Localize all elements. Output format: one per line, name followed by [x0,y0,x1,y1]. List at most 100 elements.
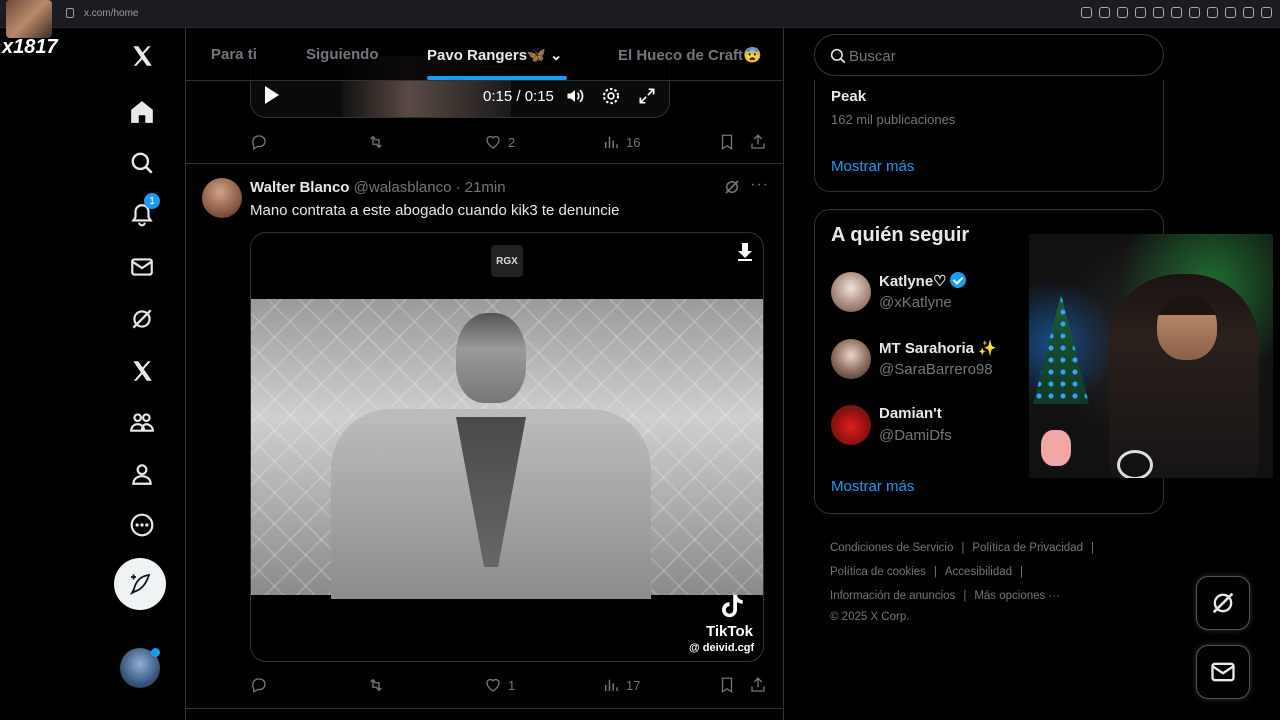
more-icon[interactable] [128,511,156,539]
repost-icon [370,678,382,692]
messages-floating-button[interactable] [1196,645,1250,699]
share-button[interactable] [749,676,767,694]
post-divider [186,163,783,164]
grok-icon[interactable] [723,178,741,196]
follow-user-name[interactable]: MT Sarahoria ✨ [879,339,997,357]
bookmark-button[interactable] [718,676,736,694]
bookmark-icon[interactable] [1117,7,1128,18]
x-logo-icon[interactable] [128,42,156,70]
repost-button[interactable] [367,133,385,151]
bookmark-icon [721,134,733,151]
trend-post-count: 162 mil publicaciones [831,112,956,127]
view-count: 16 [626,134,641,150]
account-avatar[interactable] [120,648,160,688]
repost-button[interactable] [367,676,385,694]
footer-more-options[interactable]: Más opciones ··· [974,590,1060,602]
tab-el-hueco-de-craft[interactable]: El Hueco de Craft😨 [618,46,762,64]
notifications-icon[interactable]: 1 [128,193,160,229]
footer-link[interactable]: Política de Privacidad [972,542,1083,554]
follow-user-name[interactable]: Damian't [879,405,942,422]
tweet-video[interactable]: RGX TikTok @ deivid.cgf [250,232,764,662]
shield-icon[interactable] [1135,7,1146,18]
search-icon[interactable] [128,149,156,177]
copyright: © 2025 X Corp. [830,611,910,623]
views-button[interactable]: 17 [602,676,640,694]
tiktok-username: @ deivid.cgf [689,642,755,654]
like-button[interactable]: 1 [484,676,515,694]
tweet-author-name[interactable]: Walter Blanco [250,179,349,196]
menu-icon[interactable] [1261,7,1272,18]
heart-icon[interactable] [1189,7,1200,18]
avatar[interactable] [831,272,871,312]
follow-user-name[interactable]: Katlyne♡ [879,272,966,290]
reply-icon [252,135,266,150]
search-box[interactable]: Buscar [814,34,1164,76]
like-count: 1 [508,677,516,693]
grok-floating-button[interactable] [1196,576,1250,630]
heart-icon [486,135,500,149]
block-icon[interactable] [1153,7,1164,18]
overlay-face-image [6,0,52,38]
tab-para-ti[interactable]: Para ti [211,46,257,63]
footer-link[interactable]: Accesibilidad [945,566,1012,578]
tweet-header: Walter Blanco @walasblanco · 21min [250,179,506,196]
webcam-overlay [1029,234,1273,478]
download-icon[interactable] [1243,7,1254,18]
play-icon[interactable] [1171,7,1182,18]
video-frame [251,299,763,599]
communities-icon[interactable] [128,408,156,436]
grok-icon [1212,592,1234,614]
reply-button[interactable] [250,676,268,694]
views-button[interactable]: 16 [602,133,640,151]
trends-show-more-link[interactable]: Mostrar más [831,158,914,175]
play-icon[interactable] [265,86,279,104]
pin-icon[interactable] [1099,7,1110,18]
feather-plus-icon [129,573,151,596]
avatar[interactable] [831,405,871,445]
footer-link[interactable]: Condiciones de Servicio [830,542,953,554]
bookmark-icon [721,677,733,694]
compose-post-button[interactable] [114,558,166,610]
media-badge: RGX [491,245,523,277]
address-bar[interactable]: x.com/home [84,8,138,19]
tiktok-logo-icon [722,594,743,618]
video-time: 0:15 / 0:15 [483,88,554,105]
volume-icon[interactable] [565,86,585,106]
search-input[interactable]: Buscar [849,48,896,65]
share-icon [751,134,765,149]
tweet-author-handle[interactable]: @walasblanco · 21min [354,179,506,196]
sync-icon[interactable] [1225,7,1236,18]
settings-icon[interactable] [601,86,621,106]
previous-post-actions: 2 16 [250,133,770,153]
follow-user-handle: @DamiDfs [879,427,952,444]
extensions-icon[interactable] [1207,7,1218,18]
search-icon [830,48,846,64]
fullscreen-icon[interactable] [637,86,657,106]
share-button[interactable] [749,133,767,151]
follow-show-more-link[interactable]: Mostrar más [831,478,914,495]
more-options-icon[interactable]: ··· [750,176,769,194]
footer-link[interactable]: Información de anuncios [830,590,955,602]
reply-button[interactable] [250,133,268,151]
download-arrow-icon[interactable] [737,243,753,261]
lock-icon [66,8,74,18]
messages-icon[interactable] [128,253,156,281]
like-button[interactable]: 2 [484,133,515,151]
trend-title[interactable]: Peak [831,88,866,105]
avatar[interactable] [831,339,871,379]
home-icon[interactable] [128,98,156,126]
footer-link[interactable]: Política de cookies [830,566,926,578]
video-figure-head [456,313,526,403]
repost-icon [370,135,382,149]
tab-siguiendo[interactable]: Siguiendo [306,46,379,63]
premium-x-icon[interactable] [128,357,156,385]
tab-pavo-rangers[interactable]: Pavo Rangers🦋 ⌄ [427,46,562,64]
timeline-tabs: Para ti Siguiendo Pavo Rangers🦋 ⌄ El Hue… [186,28,783,81]
profile-icon[interactable] [128,460,156,488]
grok-icon[interactable] [128,305,156,333]
bookmark-button[interactable] [718,133,736,151]
zoom-icon[interactable] [1081,7,1092,18]
share-icon [751,677,765,692]
trends-card: Peak 162 mil publicaciones Mostrar más [814,80,1164,192]
tweet-author-avatar[interactable] [202,178,242,218]
